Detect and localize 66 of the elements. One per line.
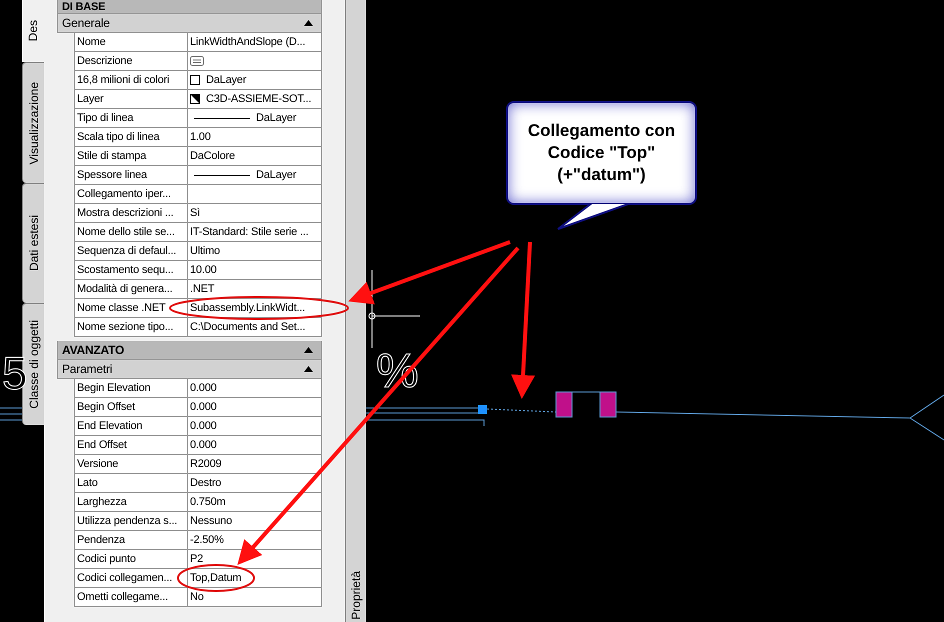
side-tab-strip[interactable]: Proprietà	[345, 0, 366, 622]
property-value: No	[190, 590, 204, 605]
section-header[interactable]: AVANZATO	[57, 341, 322, 360]
property-label: Tipo di linea	[75, 109, 188, 127]
property-value: DaLayer	[256, 110, 296, 126]
property-label: Collegamento iper...	[75, 185, 188, 203]
property-value: Ultimo	[190, 244, 220, 259]
property-label: Utilizza pendenza s...	[75, 512, 188, 530]
subsection-header[interactable]: Parametri	[57, 360, 322, 379]
property-label: Nome dello stile se...	[75, 223, 188, 241]
caret-up-icon[interactable]	[304, 20, 313, 26]
property-label: Codici punto	[75, 550, 188, 568]
property-value: Top,Datum	[190, 570, 242, 586]
property-label: Scala tipo di linea	[75, 128, 188, 146]
property-label: Nome	[75, 33, 188, 51]
property-label: Nome sezione tipo...	[75, 318, 188, 336]
property-label: Modalità di genera...	[75, 280, 188, 298]
property-label: Begin Elevation	[75, 379, 188, 397]
property-label: Stile di stampa	[75, 147, 188, 165]
property-label: Sequenza di defaul...	[75, 242, 188, 260]
property-value: LinkWidthAndSlope (D...	[190, 34, 306, 50]
property-value: Subassembly.LinkWidt...	[190, 300, 306, 316]
property-label: Pendenza	[75, 531, 188, 549]
vertical-tab[interactable]: Visualizzazione	[22, 62, 44, 183]
property-label: 16,8 milioni di colori	[75, 71, 188, 89]
property-label: Nome classe .NET	[75, 299, 188, 317]
property-value: Sì	[190, 206, 200, 221]
section-header: DI BASE	[57, 0, 322, 14]
property-value: 10.00	[190, 262, 217, 278]
property-label: End Elevation	[75, 417, 188, 435]
property-value: Nessuno	[190, 514, 232, 529]
property-value: DaLayer	[256, 168, 296, 183]
caret-up-icon[interactable]	[304, 366, 313, 372]
property-value: 0.000	[190, 438, 217, 453]
property-value: Destro	[190, 476, 222, 491]
property-value: .NET	[190, 282, 214, 297]
property-label: End Offset	[75, 436, 188, 454]
property-value: 0.000	[190, 418, 217, 434]
property-value: 0.750m	[190, 494, 226, 510]
property-value: -2.50%	[190, 532, 224, 548]
property-label: Mostra descrizioni ...	[75, 204, 188, 222]
property-value: 0.000	[190, 400, 217, 415]
property-value: IT-Standard: Stile serie ...	[190, 224, 309, 240]
property-value: P2	[190, 552, 204, 567]
property-value: 0.000	[190, 380, 217, 396]
property-label: Begin Offset	[75, 398, 188, 416]
property-value: DaLayer	[206, 72, 246, 88]
property-label: Lato	[75, 474, 188, 492]
caret-up-icon[interactable]	[304, 347, 313, 353]
line-sample-icon	[194, 174, 250, 176]
vertical-tab[interactable]: Dati estesi	[22, 183, 44, 303]
vertical-tab[interactable]: Des	[22, 0, 44, 62]
subsection-header[interactable]: Generale	[57, 14, 322, 33]
property-label: Spessore linea	[75, 166, 188, 184]
property-value: 1.00	[190, 130, 211, 145]
property-label: Layer	[75, 90, 188, 108]
property-label: Ometti collegame...	[75, 588, 188, 606]
property-value: C:\Documents and Set...	[190, 320, 306, 335]
property-label: Larghezza	[75, 493, 188, 511]
property-label: Scostamento sequ...	[75, 261, 188, 279]
property-label: Descrizione	[75, 52, 188, 70]
property-label: Versione	[75, 455, 188, 473]
property-value: C3D-ASSIEME-SOT...	[206, 92, 312, 107]
property-value: DaColore	[190, 148, 235, 164]
property-label: Codici collegamen...	[75, 569, 188, 587]
property-value: R2009	[190, 456, 222, 472]
